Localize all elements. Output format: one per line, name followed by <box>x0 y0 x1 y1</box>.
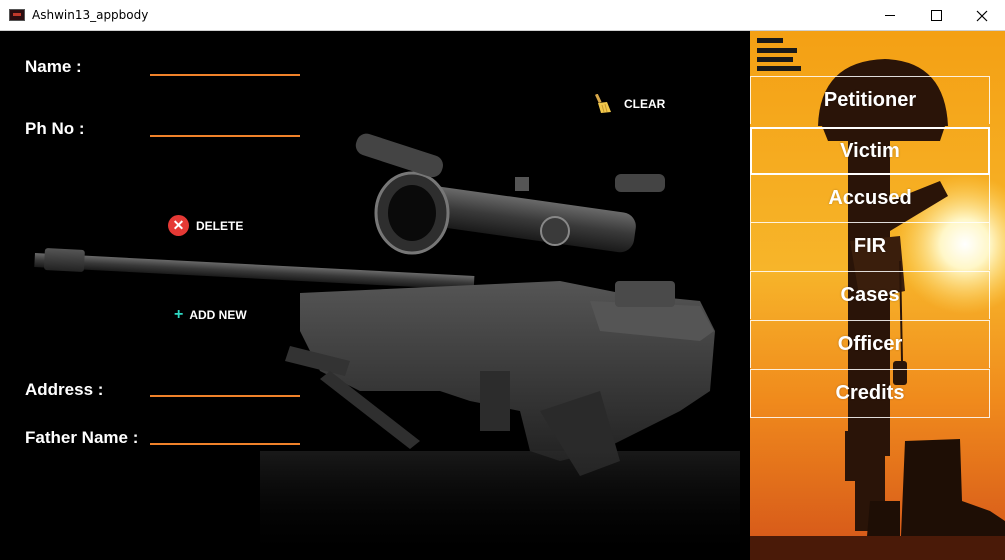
nav-officer[interactable]: Officer <box>750 320 990 368</box>
delete-button-label: DELETE <box>196 218 244 233</box>
minimize-button[interactable] <box>867 0 913 31</box>
nav-credits[interactable]: Credits <box>750 369 990 418</box>
father-name-label: Father Name : <box>25 428 139 447</box>
delete-icon: ✕ <box>168 215 189 236</box>
maximize-button[interactable] <box>913 0 959 31</box>
delete-button[interactable]: ✕ DELETE <box>168 215 243 236</box>
minimize-icon <box>885 15 895 16</box>
phone-field-underline <box>150 135 300 137</box>
phone-label: Ph No : <box>25 119 85 138</box>
sidebar: Petitioner Victim Accused FIR Cases Offi… <box>750 31 1005 560</box>
address-label: Address : <box>25 380 104 399</box>
nav-fir[interactable]: FIR <box>750 222 990 270</box>
nav-victim[interactable]: Victim <box>750 127 990 175</box>
father-name-field-underline <box>150 443 300 445</box>
name-field[interactable] <box>150 51 300 75</box>
broom-icon <box>594 94 611 113</box>
title-bar: Ashwin13_appbody <box>0 0 1005 31</box>
close-icon <box>976 10 988 21</box>
clear-button-label: CLEAR <box>624 97 666 111</box>
add-new-button[interactable]: + ADD NEW <box>174 306 247 324</box>
window-title: Ashwin13_appbody <box>32 8 149 22</box>
main-panel: Name : Ph No : Address : Father Name : C… <box>0 31 750 560</box>
name-field-underline <box>150 74 300 76</box>
phone-field[interactable] <box>150 113 300 137</box>
nav-accused[interactable]: Accused <box>750 174 990 222</box>
clear-button[interactable]: CLEAR <box>594 94 665 114</box>
father-name-field[interactable] <box>150 419 300 443</box>
address-field[interactable] <box>150 371 300 395</box>
add-new-button-label: ADD NEW <box>189 308 247 322</box>
name-label: Name : <box>25 57 82 76</box>
plus-icon: + <box>174 306 184 323</box>
address-field-underline <box>150 395 300 397</box>
nav-cases[interactable]: Cases <box>750 271 990 319</box>
app-icon <box>9 9 25 21</box>
hamburger-menu-icon[interactable] <box>757 38 801 72</box>
nav-petitioner[interactable]: Petitioner <box>750 76 990 124</box>
close-button[interactable] <box>959 0 1005 31</box>
maximize-icon <box>930 10 942 21</box>
